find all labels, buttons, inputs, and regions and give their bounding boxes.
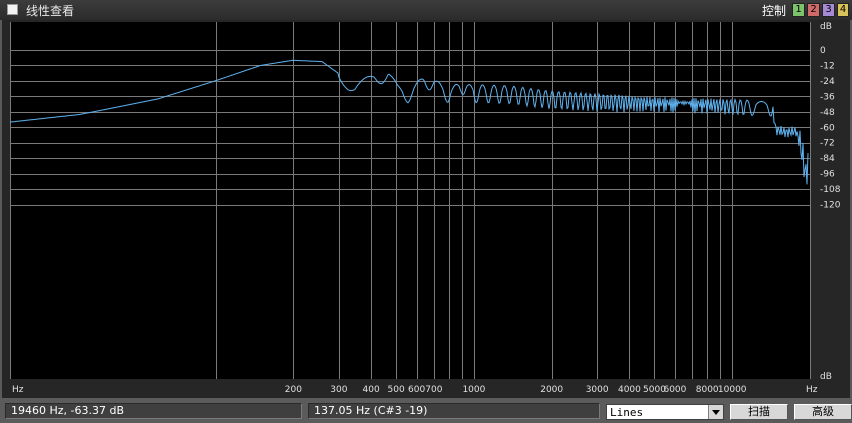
y-axis-labels: dB 0 -12 -24 -36 -48 -60 -72 -84 -96 -108 -120 dB [820,22,841,382]
x-tick-label: 1000 [462,385,485,395]
y-tick-label: -120 [820,201,841,211]
x-tick-label: 8000 [696,385,719,395]
x-tick-label: 3000 [586,385,609,395]
y-tick-label: -84 [820,154,835,164]
title-bar: 线性查看 控制 1 2 3 4 [0,0,852,20]
channel-3-button[interactable]: 3 [822,3,835,17]
note-readout: 137.05 Hz (C#3 -19) [308,403,600,419]
x-tick-label: 2000 [540,385,563,395]
x-tick-label: 4000 [618,385,641,395]
scan-button[interactable]: 扫描 [730,404,788,420]
x-tick-label: 200 [285,385,302,395]
y-tick-label: -36 [820,92,835,102]
window-checkbox[interactable] [7,4,18,15]
y-tick-label: dB [820,372,832,382]
channel-2-button[interactable]: 2 [807,3,820,17]
spectrum-plot[interactable]: Hz 200 300 400 500 600 700 1000 2000 3000 4000 5000… [2,20,850,398]
x-tick-label: Hz [806,385,818,395]
x-tick-label: 500 [388,385,405,395]
y-tick-label: -72 [820,139,835,149]
chevron-down-icon[interactable] [708,405,723,419]
channel-1-button[interactable]: 1 [792,3,805,17]
x-tick-label: 700 [425,385,442,395]
x-axis-labels: Hz 200 300 400 500 600 700 1000 2000 3000 4000 5000… [12,385,818,395]
x-tick-label: 6000 [663,385,686,395]
x-tick-label: 600 [408,385,425,395]
y-tick-label: -12 [820,61,835,71]
x-tick-label: 400 [363,385,380,395]
x-tick-label: 10000 [718,385,747,395]
y-tick-label: -108 [820,185,841,195]
y-tick-label: -24 [820,77,835,87]
advanced-button[interactable]: 高级 [794,404,852,420]
display-mode-select[interactable]: Lines [606,404,724,420]
display-mode-value: Lines [610,406,644,419]
spectrum-panel: Hz 200 300 400 500 600 700 1000 2000 3000 4000 5000… [2,20,850,398]
x-tick-label: Hz [12,385,24,395]
y-tick-label: -48 [820,108,835,118]
y-tick-label: 0 [820,46,826,56]
cursor-readout: 19460 Hz, -63.37 dB [5,403,302,419]
y-tick-label: -96 [820,170,835,180]
status-bar: 19460 Hz, -63.37 dB 137.05 Hz (C#3 -19) … [0,398,852,423]
y-tick-label: -60 [820,123,835,133]
y-tick-label: dB [820,22,832,32]
plot-background [10,22,810,379]
controls-label: 控制 [762,4,787,18]
channel-4-button[interactable]: 4 [837,3,849,17]
x-tick-label: 300 [330,385,347,395]
window-title: 线性查看 [26,4,75,18]
